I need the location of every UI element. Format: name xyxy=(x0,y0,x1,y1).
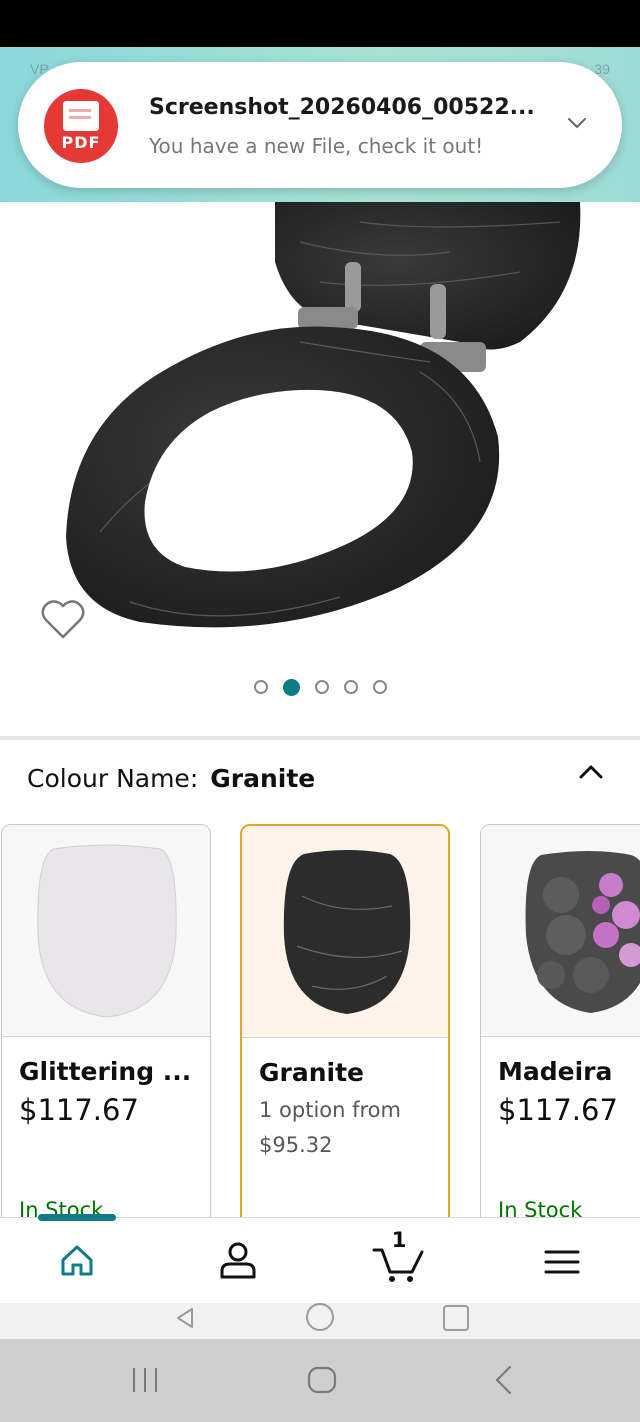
recents-lines-icon[interactable] xyxy=(128,1365,162,1395)
menu-icon xyxy=(544,1250,580,1274)
home-circle-icon[interactable] xyxy=(304,1301,336,1333)
variant-image xyxy=(2,825,210,1037)
nav-account[interactable] xyxy=(208,1234,268,1286)
variant-name: Madeira xyxy=(498,1057,613,1086)
variant-name: Glittering ... xyxy=(19,1057,192,1086)
variant-card-granite[interactable]: Granite 1 option from $95.32 xyxy=(240,824,450,1217)
section-divider xyxy=(0,736,640,740)
system-nav-bar-upper xyxy=(0,1303,640,1339)
chevron-up-icon[interactable] xyxy=(578,760,604,784)
carousel-dot[interactable] xyxy=(343,680,358,694)
pdf-icon: PDF xyxy=(44,89,118,163)
active-tab-indicator xyxy=(38,1214,116,1221)
back-triangle-icon[interactable] xyxy=(170,1303,200,1333)
variant-card-madeira[interactable]: Madeira $117.67 In Stock xyxy=(480,824,640,1217)
system-nav-bar xyxy=(0,1339,640,1422)
variant-image xyxy=(481,825,640,1037)
back-chevron-icon[interactable] xyxy=(488,1363,518,1397)
chevron-down-icon[interactable] xyxy=(566,112,588,134)
variant-name: Granite xyxy=(259,1058,364,1087)
nav-cart[interactable]: 1 xyxy=(368,1228,428,1286)
status-bar xyxy=(0,0,640,47)
account-icon xyxy=(220,1242,256,1279)
file-notification[interactable]: PDF Screenshot_20260406_00522... You hav… xyxy=(18,62,622,188)
variant-stock: In Stock xyxy=(498,1198,583,1217)
variant-carousel[interactable]: Glittering ... $117.67 In Stock Granite … xyxy=(0,824,640,1217)
colour-label: Colour Name: xyxy=(27,764,199,793)
colour-name-row: Colour Name: Granite xyxy=(27,764,315,793)
nav-home[interactable] xyxy=(47,1234,107,1286)
carousel-dot-active[interactable] xyxy=(282,679,300,696)
recents-square-icon[interactable] xyxy=(441,1303,471,1333)
carousel-indicator xyxy=(0,679,640,700)
variant-image xyxy=(242,826,448,1038)
variant-card-glittering[interactable]: Glittering ... $117.67 In Stock xyxy=(1,824,211,1217)
carousel-dot[interactable] xyxy=(372,680,387,694)
home-icon xyxy=(61,1245,93,1276)
product-image xyxy=(66,202,581,628)
home-button-icon[interactable] xyxy=(306,1363,340,1397)
variant-price: $117.67 xyxy=(498,1093,618,1127)
product-image-carousel[interactable] xyxy=(0,202,640,738)
variant-option-text: 1 option from xyxy=(259,1098,401,1122)
wishlist-heart-icon[interactable] xyxy=(40,598,86,640)
variant-price: $117.67 xyxy=(19,1093,139,1127)
colour-value: Granite xyxy=(210,764,316,793)
bottom-nav: 1 xyxy=(0,1214,640,1305)
carousel-dot[interactable] xyxy=(253,680,268,694)
pdf-icon-label: PDF xyxy=(61,133,101,152)
variant-from-price: $95.32 xyxy=(259,1133,333,1157)
nav-menu[interactable] xyxy=(532,1234,592,1286)
cart-count: 1 xyxy=(391,1228,407,1252)
carousel-dot[interactable] xyxy=(314,680,329,694)
notification-message: You have a new File, check it out! xyxy=(149,134,484,158)
notification-title: Screenshot_20260406_00522... xyxy=(149,95,535,120)
